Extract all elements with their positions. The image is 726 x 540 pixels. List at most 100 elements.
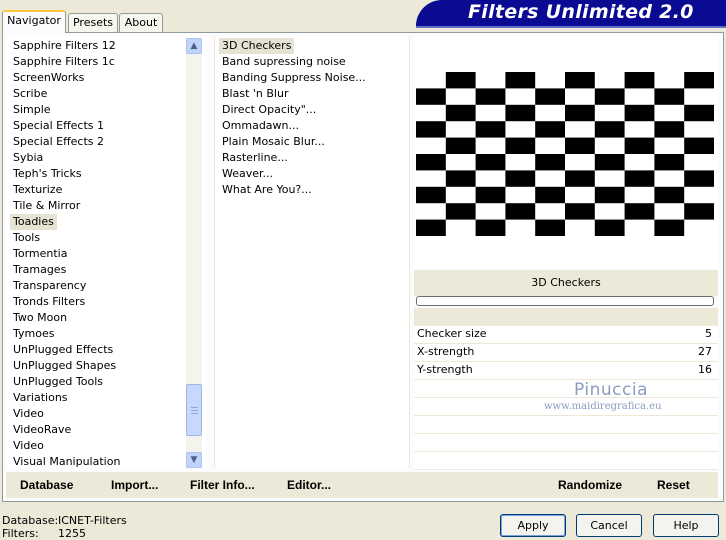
category-item[interactable]: Tormentia [10, 246, 70, 262]
category-item[interactable]: UnPlugged Shapes [10, 358, 119, 374]
category-item[interactable]: Special Effects 2 [10, 134, 107, 150]
param-row-empty [414, 380, 718, 398]
filter-item[interactable]: Direct Opacity"... [219, 102, 319, 118]
checker-square [505, 104, 536, 122]
category-item[interactable]: Transparency [10, 278, 89, 294]
checker-square [445, 104, 476, 122]
cancel-button[interactable]: Cancel [576, 514, 642, 537]
checker-square [654, 186, 685, 204]
category-item[interactable]: Tronds Filters [10, 294, 88, 310]
scroll-up-icon[interactable]: ▲ [186, 38, 202, 54]
param-row-empty [414, 416, 718, 434]
checker-square [505, 137, 536, 154]
reset-button[interactable]: Reset [657, 478, 690, 492]
tab-navigator[interactable]: Navigator [2, 10, 66, 33]
checker-square [416, 88, 446, 105]
checker-square [684, 104, 714, 122]
category-item[interactable]: Scribe [10, 86, 50, 102]
checker-square [565, 72, 595, 89]
checker-square [475, 88, 506, 105]
filter-item[interactable]: Blast 'n Blur [219, 86, 291, 102]
checker-square [535, 186, 565, 204]
category-item[interactable]: Two Moon [10, 310, 70, 326]
checker-square [416, 121, 446, 138]
filter-info-button[interactable]: Filter Info... [190, 478, 255, 492]
category-item[interactable]: Video [10, 406, 47, 422]
category-item[interactable]: Tile & Mirror [10, 198, 83, 214]
checker-square [505, 72, 536, 89]
category-item[interactable]: Sapphire Filters 1c [10, 54, 118, 70]
checker-square [445, 72, 476, 89]
tab-presets[interactable]: Presets [68, 13, 118, 33]
param-label: Checker size [417, 327, 487, 340]
checker-square [535, 154, 565, 171]
category-item[interactable]: Special Effects 1 [10, 118, 107, 134]
checker-square [475, 154, 506, 171]
param-value[interactable]: 5 [705, 327, 712, 340]
checker-square [565, 137, 595, 154]
checker-square [594, 154, 625, 171]
param-value[interactable]: 16 [698, 363, 712, 376]
checker-square [594, 219, 625, 236]
param-row-empty [414, 452, 718, 470]
category-item[interactable]: Tramages [10, 262, 69, 278]
checker-square [684, 137, 714, 154]
filter-item[interactable]: Band supressing noise [219, 54, 349, 70]
filter-item[interactable]: Weaver... [219, 166, 276, 182]
checker-square [535, 88, 565, 105]
category-item[interactable]: Variations [10, 390, 71, 406]
checker-square [654, 219, 685, 236]
editor-button[interactable]: Editor... [287, 478, 331, 492]
checker-square [684, 170, 714, 187]
category-item[interactable]: UnPlugged Tools [10, 374, 106, 390]
category-item[interactable]: Visual Manipulation [10, 454, 123, 468]
category-scrollbar[interactable]: ▲ ▼ [186, 38, 202, 468]
checker-square [594, 88, 625, 105]
filter-item[interactable]: Ommadawn... [219, 118, 302, 134]
checker-square [416, 154, 446, 171]
filter-list[interactable]: 3D Checkers Band supressing noise Banding … [214, 36, 410, 468]
category-item[interactable]: Video [10, 438, 47, 454]
category-item[interactable]: ScreenWorks [10, 70, 87, 86]
checker-square [624, 203, 655, 220]
category-item[interactable]: Toadies [10, 214, 57, 230]
category-item[interactable]: Tymoes [10, 326, 57, 342]
checker-square [624, 72, 655, 89]
scroll-down-icon[interactable]: ▼ [186, 452, 202, 468]
category-item[interactable]: Teph's Tricks [10, 166, 85, 182]
checker-preview [416, 72, 714, 236]
param-row[interactable]: Y-strength 16 [414, 362, 718, 380]
import-button[interactable]: Import... [111, 478, 158, 492]
category-item[interactable]: Sapphire Filters 12 [10, 38, 119, 54]
params-spacer [414, 308, 718, 326]
randomize-button[interactable]: Randomize [558, 478, 622, 492]
checker-square [416, 219, 446, 236]
checker-square [565, 170, 595, 187]
category-item[interactable]: Sybia [10, 150, 46, 166]
param-value[interactable]: 27 [698, 345, 712, 358]
scroll-thumb[interactable] [186, 384, 202, 436]
checker-square [445, 170, 476, 187]
filter-item[interactable]: What Are You?... [219, 182, 315, 198]
filter-item[interactable]: Plain Mosaic Blur... [219, 134, 328, 150]
checker-square [684, 203, 714, 220]
category-item[interactable]: UnPlugged Effects [10, 342, 116, 358]
category-item[interactable]: Texturize [10, 182, 65, 198]
progress-bar [416, 296, 714, 306]
category-list[interactable]: Sapphire Filters 12 Sapphire Filters 1c Sc… [6, 36, 206, 468]
database-button[interactable]: Database [20, 478, 73, 492]
checker-square [684, 72, 714, 89]
category-item[interactable]: VideoRave [10, 422, 74, 438]
filter-item[interactable]: Rasterline... [219, 150, 291, 166]
param-row[interactable]: X-strength 27 [414, 344, 718, 362]
filter-item[interactable]: Banding Suppress Noise... [219, 70, 369, 86]
help-button[interactable]: Help [653, 514, 719, 537]
tab-about[interactable]: About [119, 13, 163, 33]
param-row-empty [414, 434, 718, 452]
apply-button[interactable]: Apply [500, 514, 566, 537]
category-item[interactable]: Tools [10, 230, 43, 246]
category-item[interactable]: Simple [10, 102, 54, 118]
parameter-list: Checker size 5 X-strength 27 Y-strength 16 [414, 326, 718, 470]
param-row[interactable]: Checker size 5 [414, 326, 718, 344]
filter-item[interactable]: 3D Checkers [219, 38, 295, 54]
